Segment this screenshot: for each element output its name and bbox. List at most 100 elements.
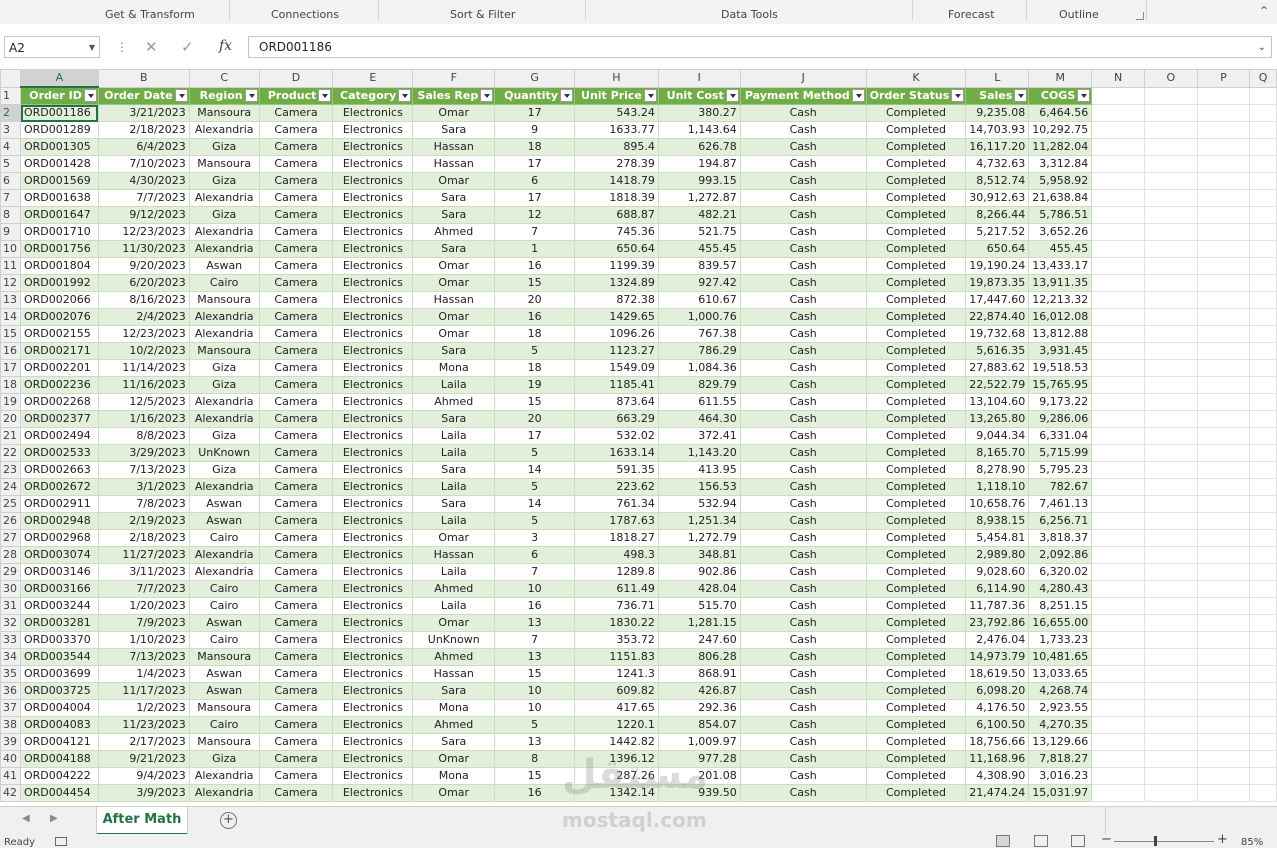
- empty-cell[interactable]: [1249, 427, 1277, 445]
- table-cell[interactable]: 1/2/2023: [97, 699, 190, 717]
- table-cell[interactable]: Electronics: [332, 359, 414, 377]
- empty-cell[interactable]: [1249, 257, 1277, 275]
- empty-cell[interactable]: [1196, 121, 1251, 139]
- row-header[interactable]: 14: [0, 308, 21, 326]
- table-cell[interactable]: ORD002968: [20, 529, 99, 547]
- table-cell[interactable]: Electronics: [332, 121, 414, 139]
- empty-cell[interactable]: [1196, 172, 1251, 190]
- table-cell[interactable]: 14: [494, 461, 575, 479]
- dialog-launcher-icon[interactable]: [1136, 12, 1144, 20]
- row-header[interactable]: 8: [0, 206, 21, 224]
- row-header[interactable]: 39: [0, 733, 21, 751]
- table-cell[interactable]: Omar: [412, 750, 496, 768]
- row-header[interactable]: 32: [0, 614, 21, 632]
- table-cell[interactable]: 609.82: [574, 682, 659, 700]
- table-cell[interactable]: 11/17/2023: [97, 682, 190, 700]
- table-cell[interactable]: 1,251.34: [657, 512, 741, 530]
- filter-dropdown-icon[interactable]: [643, 88, 657, 102]
- empty-cell[interactable]: [1196, 376, 1251, 394]
- filter-dropdown-icon[interactable]: [244, 88, 258, 102]
- table-cell[interactable]: 3/1/2023: [97, 478, 190, 496]
- filter-dropdown-icon[interactable]: [83, 89, 97, 102]
- table-cell[interactable]: Laila: [412, 563, 496, 581]
- page-break-view-icon[interactable]: [1071, 835, 1085, 847]
- empty-cell[interactable]: [1249, 155, 1277, 173]
- table-cell[interactable]: Electronics: [332, 631, 414, 649]
- insert-function-icon[interactable]: fx: [219, 38, 232, 54]
- table-cell[interactable]: Cairo: [188, 716, 260, 734]
- filter-dropdown-icon[interactable]: [318, 88, 332, 102]
- macro-record-icon[interactable]: [55, 837, 67, 846]
- table-cell[interactable]: 2,092.86: [1028, 546, 1093, 564]
- table-cell[interactable]: 16,012.08: [1028, 308, 1093, 326]
- table-cell[interactable]: Omar: [412, 784, 496, 802]
- table-cell[interactable]: 1818.39: [574, 189, 659, 207]
- table-cell[interactable]: Alexandria: [188, 189, 260, 207]
- table-cell[interactable]: Omar: [412, 529, 496, 547]
- row-header[interactable]: 13: [0, 291, 21, 309]
- table-cell[interactable]: ORD002268: [20, 393, 99, 411]
- table-cell[interactable]: 16,117.20: [965, 138, 1030, 156]
- table-cell[interactable]: 15: [494, 393, 575, 411]
- table-cell[interactable]: Cash: [739, 529, 867, 547]
- empty-cell[interactable]: [1091, 648, 1145, 666]
- table-header-cell[interactable]: Unit Price: [574, 86, 659, 105]
- empty-cell[interactable]: [1249, 359, 1277, 377]
- table-cell[interactable]: 3/21/2023: [97, 104, 190, 122]
- table-cell[interactable]: Sara: [412, 682, 496, 700]
- table-cell[interactable]: 19,732.68: [965, 325, 1030, 343]
- row-header[interactable]: 33: [0, 631, 21, 649]
- empty-cell[interactable]: [1143, 444, 1198, 462]
- table-cell[interactable]: 650.64: [965, 240, 1030, 258]
- table-cell[interactable]: 9: [494, 121, 575, 139]
- empty-cell[interactable]: [1196, 342, 1251, 360]
- table-cell[interactable]: Electronics: [332, 223, 414, 241]
- empty-cell[interactable]: [1196, 308, 1251, 326]
- table-cell[interactable]: 156.53: [657, 478, 741, 496]
- table-cell[interactable]: 782.67: [1028, 478, 1093, 496]
- table-cell[interactable]: 9/20/2023: [97, 257, 190, 275]
- empty-cell[interactable]: [1196, 86, 1251, 105]
- table-cell[interactable]: 3,652.26: [1028, 223, 1093, 241]
- empty-cell[interactable]: [1196, 563, 1251, 581]
- table-cell[interactable]: ORD001305: [20, 138, 99, 156]
- table-cell[interactable]: Completed: [865, 240, 967, 258]
- table-cell[interactable]: 13: [494, 614, 575, 632]
- table-cell[interactable]: 4/30/2023: [97, 172, 190, 190]
- table-cell[interactable]: 872.38: [574, 291, 659, 309]
- table-cell[interactable]: Cairo: [188, 529, 260, 547]
- table-cell[interactable]: Camera: [258, 325, 334, 343]
- empty-cell[interactable]: [1143, 631, 1198, 649]
- table-cell[interactable]: Cash: [739, 393, 867, 411]
- column-header-g[interactable]: G: [494, 69, 575, 88]
- table-cell[interactable]: ORD002377: [20, 410, 99, 428]
- row-header[interactable]: 6: [0, 172, 21, 190]
- table-cell[interactable]: Mona: [412, 767, 496, 785]
- table-cell[interactable]: 11,168.96: [965, 750, 1030, 768]
- table-cell[interactable]: 1241.3: [574, 665, 659, 683]
- table-cell[interactable]: 1429.65: [574, 308, 659, 326]
- zoom-out-icon[interactable]: −: [1101, 832, 1112, 847]
- table-cell[interactable]: 19,873.35: [965, 274, 1030, 292]
- empty-cell[interactable]: [1091, 342, 1145, 360]
- table-cell[interactable]: 18: [494, 325, 575, 343]
- table-cell[interactable]: Sara: [412, 189, 496, 207]
- table-cell[interactable]: 5,454.81: [965, 529, 1030, 547]
- table-cell[interactable]: 9,173.22: [1028, 393, 1093, 411]
- table-header-cell[interactable]: Sales: [965, 86, 1030, 105]
- table-cell[interactable]: Camera: [258, 121, 334, 139]
- table-cell[interactable]: 13: [494, 648, 575, 666]
- table-cell[interactable]: Camera: [258, 461, 334, 479]
- table-cell[interactable]: ORD004004: [20, 699, 99, 717]
- table-cell[interactable]: Mansoura: [188, 291, 260, 309]
- table-cell[interactable]: Omar: [412, 614, 496, 632]
- filter-dropdown-icon[interactable]: [725, 88, 739, 102]
- column-header-f[interactable]: F: [412, 69, 496, 88]
- table-cell[interactable]: Laila: [412, 597, 496, 615]
- table-cell[interactable]: Alexandria: [188, 393, 260, 411]
- table-cell[interactable]: 17,447.60: [965, 291, 1030, 309]
- table-cell[interactable]: 464.30: [657, 410, 741, 428]
- table-cell[interactable]: Laila: [412, 512, 496, 530]
- empty-cell[interactable]: [1143, 665, 1198, 683]
- column-header-i[interactable]: I: [657, 69, 741, 88]
